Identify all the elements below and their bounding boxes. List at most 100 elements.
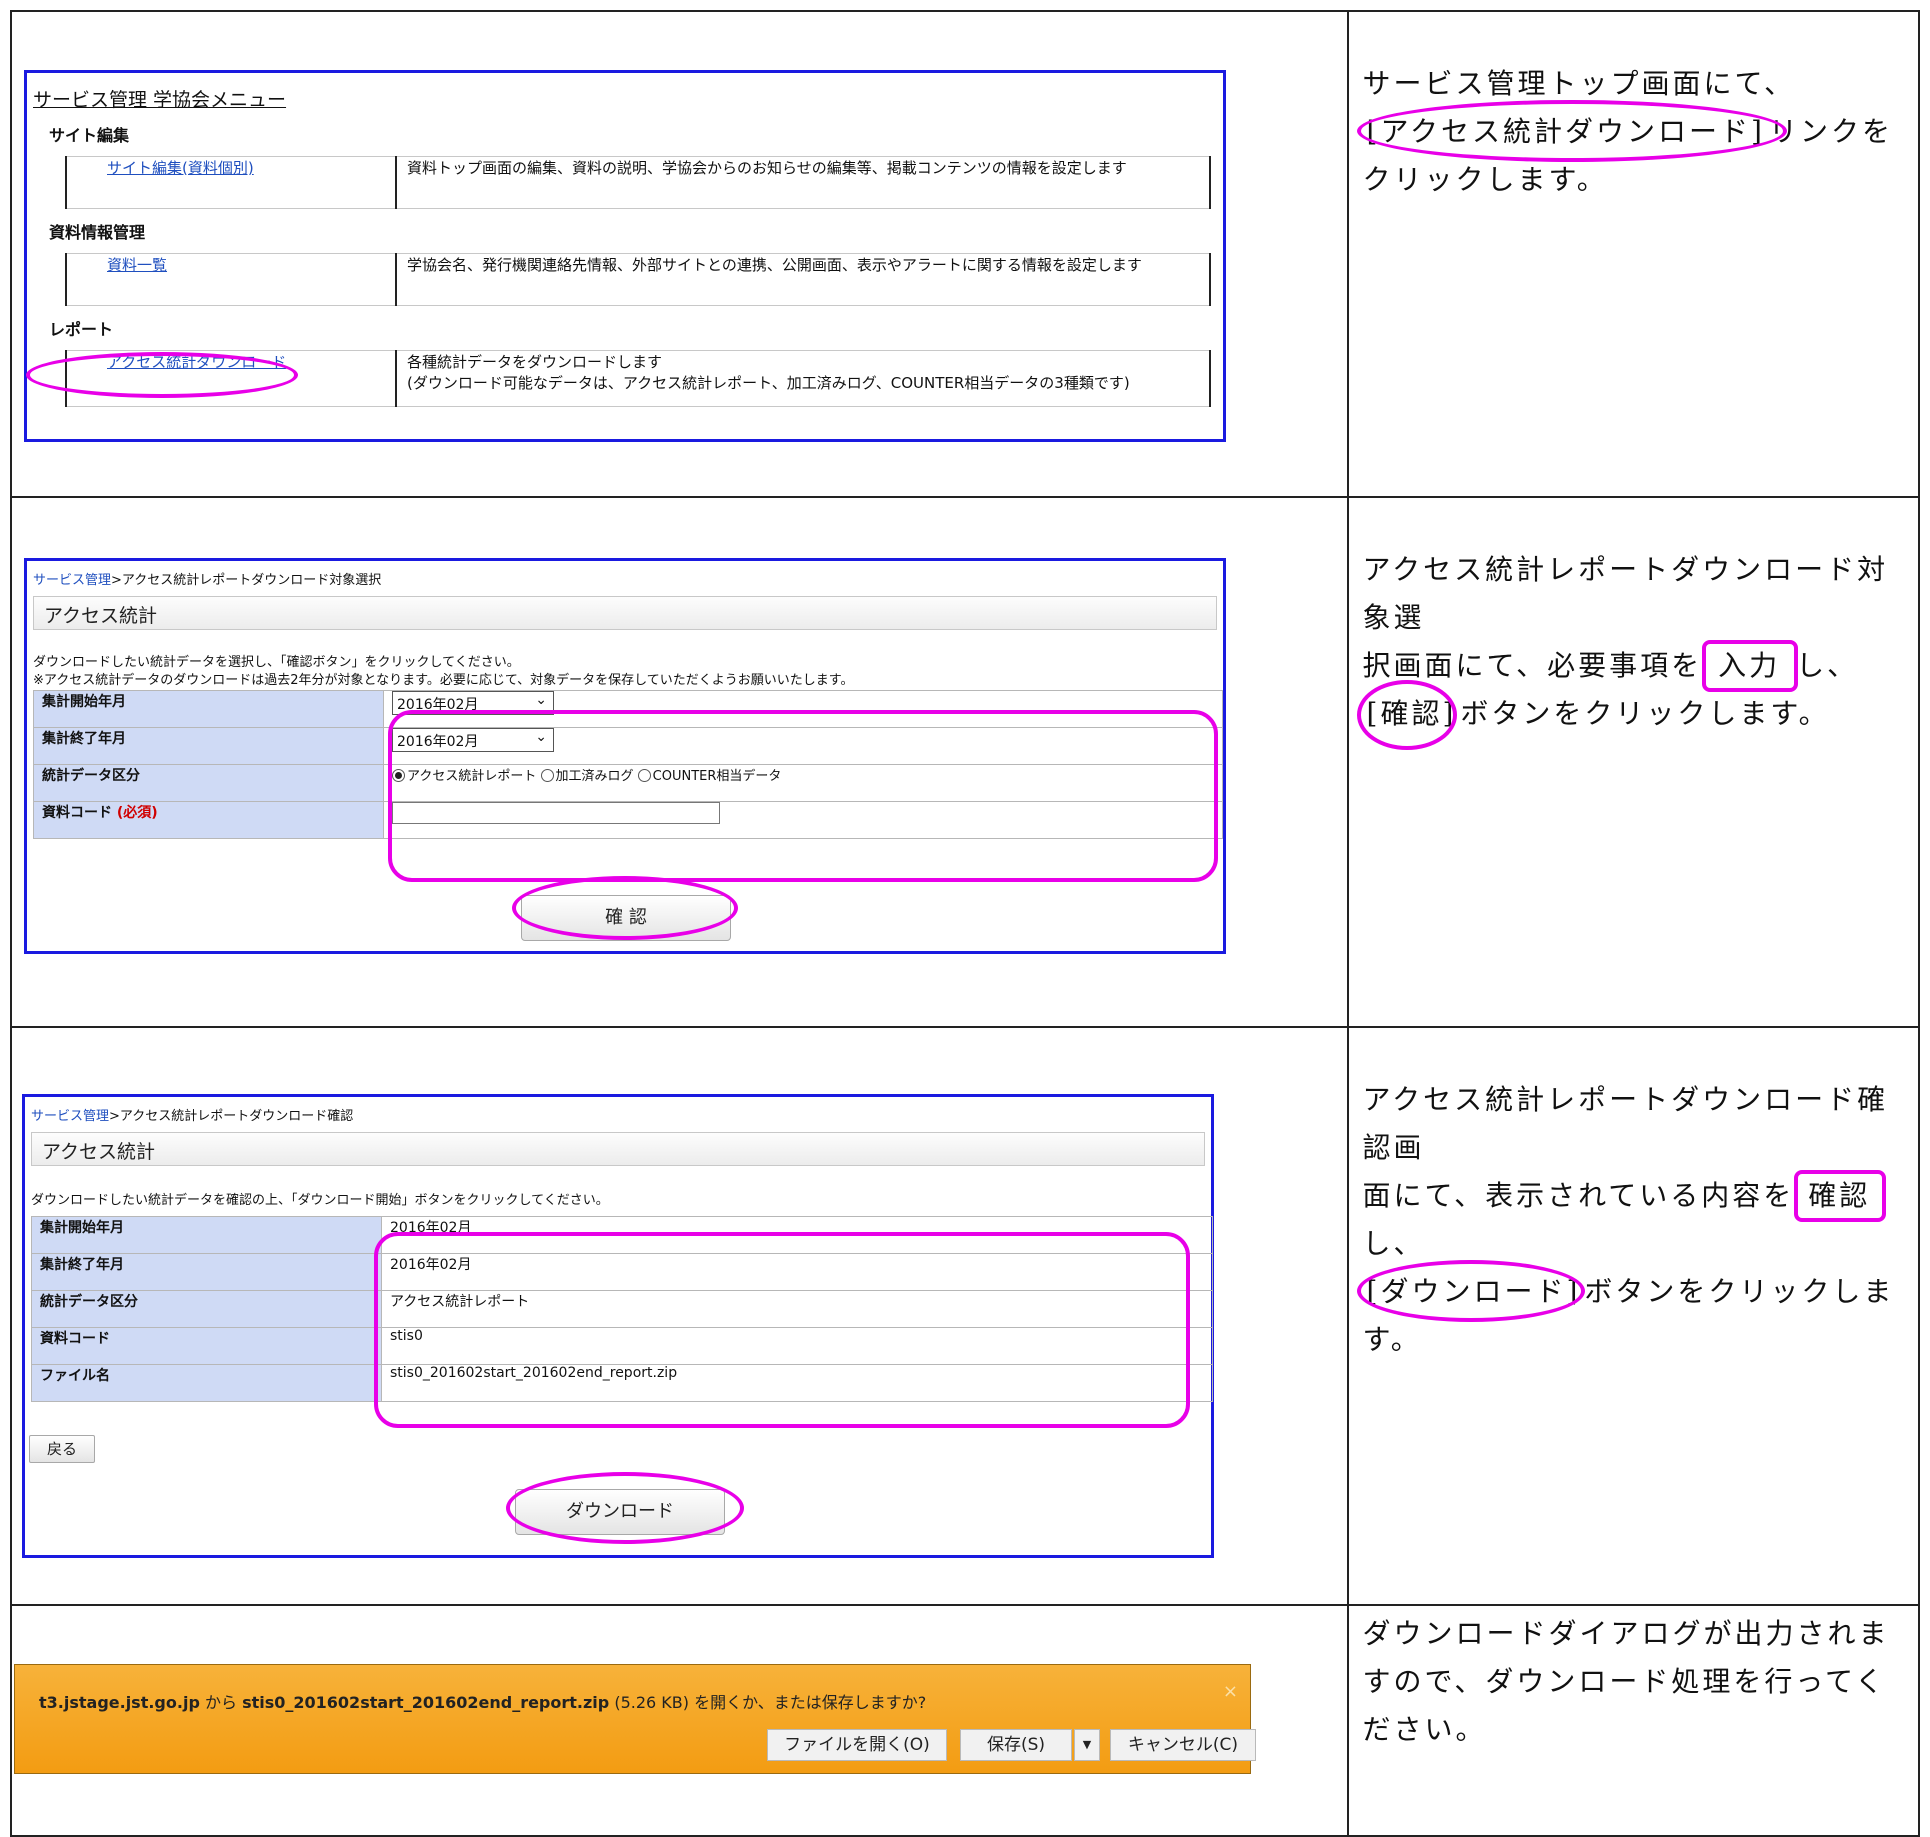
step3-instruction: アクセス統計レポートダウンロード確認画 面にて、表示されている内容を 確認 し、 [… (1356, 1076, 1906, 1364)
highlight-text: [確認] (1366, 697, 1457, 730)
material-code-input[interactable] (392, 802, 720, 824)
radio-label: 加工済みログ (555, 769, 634, 784)
instruction-text: 択画面にて、必要事項を (1362, 649, 1703, 682)
step3-screenshot-cell: サービス管理>アクセス統計レポートダウンロード確認 アクセス統計 ダウンロードし… (10, 1026, 1349, 1606)
section-heading-report: レポート (49, 320, 114, 339)
breadcrumb: サービス管理>アクセス統計レポートダウンロード対象選択 (33, 569, 1217, 588)
start-month-select[interactable]: 2016年02月 ⌄ (392, 691, 554, 715)
start-month-label: 集計開始年月 (33, 690, 384, 728)
step2-instruction: アクセス統計レポートダウンロード対象選 択画面にて、必要事項を 入力 し、 [確認]… (1356, 546, 1906, 750)
target-form: 集計開始年月 2016年02月 ⌄ 集計終了年月 2016年02月 ⌄ 統計データ区… (33, 690, 1223, 839)
highlight-text: [ダウンロード] (1366, 1275, 1581, 1308)
instruction-text: し、 (1362, 1227, 1425, 1260)
instruction-text: ボタンをクリックしま (1584, 1275, 1895, 1308)
table-row: 統計データ区分 アクセス統計レポート (31, 1290, 1213, 1328)
instruction-table: サービス管理 学協会メニュー サイト編集 サイト編集(資料個別) 資料トップ画面… (10, 10, 1921, 1837)
material-code-label: 資料コード (42, 805, 112, 821)
download-host: t3.jstage.jst.go.jp (39, 1693, 200, 1712)
download-filename: stis0_201602start_201602end_report.zip (242, 1693, 610, 1712)
close-icon[interactable]: × (1223, 1681, 1238, 1702)
row-value: 2016年02月 (381, 1216, 1213, 1254)
breadcrumb: サービス管理>アクセス統計レポートダウンロード確認 (31, 1105, 1205, 1124)
confirm-screen: サービス管理>アクセス統計レポートダウンロード確認 アクセス統計 ダウンロードし… (22, 1094, 1214, 1558)
help-text: ダウンロードしたい統計データを確認の上、「ダウンロード開始」ボタンをクリックして… (31, 1193, 609, 1208)
table-row: ファイル名 stis0_201602start_201602end_report.… (31, 1364, 1213, 1402)
confirm-table: 集計開始年月 2016年02月 集計終了年月 2016年02月 統計データ区分 アクセ… (31, 1216, 1213, 1402)
select-value: 2016年02月 (397, 697, 479, 713)
download-button[interactable]: ダウンロード (515, 1489, 725, 1535)
highlight-text: 入力 (1718, 649, 1781, 682)
download-question: を開くか、または保存しますか? (694, 1693, 927, 1712)
step1-screenshot-cell: サービス管理 学協会メニュー サイト編集 サイト編集(資料個別) 資料トップ画面… (10, 10, 1349, 498)
step1-instruction: サービス管理トップ画面にて、 [アクセス統計ダウンロード] リンクをクリックします… (1356, 60, 1906, 204)
section-heading-material: 資料情報管理 (49, 223, 146, 242)
chevron-down-icon: ⌄ (535, 729, 547, 745)
site-edit-table: サイト編集(資料個別) 資料トップ画面の編集、資料の説明、学協会からのお知らせの… (65, 156, 1211, 209)
confirm-button[interactable]: 確 認 (521, 895, 731, 941)
table-row: 集計終了年月 2016年02月 (31, 1253, 1213, 1291)
access-stats-download-link[interactable]: アクセス統計ダウンロード (107, 353, 286, 371)
help-note: ※アクセス統計データのダウンロードは過去2年分が対象となります。必要に応じて、対… (33, 673, 854, 688)
report-desc-note: (ダウンロード可能なデータは、アクセス統計レポート、加工済みログ、COUNTER… (407, 374, 1130, 392)
highlight-text: 確認 (1808, 1179, 1871, 1212)
step2-screenshot-cell: サービス管理>アクセス統計レポートダウンロード対象選択 アクセス統計 ダウンロー… (10, 496, 1349, 1028)
radio-access-report[interactable] (392, 769, 405, 782)
instruction-text: アクセス統計レポートダウンロード対象選 (1362, 553, 1889, 634)
material-list-desc: 学協会名、発行機関連絡先情報、外部サイトとの連携、公開画面、表示やアラートに関す… (395, 253, 1211, 306)
breadcrumb-current: >アクセス統計レポートダウンロード対象選択 (111, 573, 382, 588)
instruction-text: ボタンをクリックします。 (1460, 697, 1830, 730)
table-row: 集計開始年月 2016年02月 (31, 1216, 1213, 1254)
row-label: ファイル名 (31, 1364, 382, 1402)
open-file-button[interactable]: ファイルを開く(O) (767, 1729, 947, 1761)
step4-instruction: ダウンロードダイアログが出力されますので、ダウンロード処理を行ってください。 (1362, 1617, 1890, 1746)
site-edit-desc: 資料トップ画面の編集、資料の説明、学協会からのお知らせの編集等、掲載コンテンツの… (395, 156, 1211, 209)
section-heading-site: サイト編集 (49, 126, 130, 145)
breadcrumb-link[interactable]: サービス管理 (33, 573, 111, 588)
row-value: 2016年02月 (381, 1253, 1213, 1291)
material-list-link[interactable]: 資料一覧 (107, 256, 167, 274)
cancel-button[interactable]: キャンセル(C) (1110, 1729, 1256, 1761)
select-target-screen: サービス管理>アクセス統計レポートダウンロード対象選択 アクセス統計 ダウンロー… (24, 558, 1226, 954)
service-menu-screen: サービス管理 学協会メニュー サイト編集 サイト編集(資料個別) 資料トップ画面… (24, 70, 1226, 442)
required-mark: (必須) (116, 805, 158, 821)
page-title: アクセス統計 (33, 596, 1217, 630)
download-from-text: から (199, 1693, 243, 1712)
row-label: 統計データ区分 (31, 1290, 382, 1328)
site-edit-link[interactable]: サイト編集(資料個別) (107, 159, 254, 177)
breadcrumb-link[interactable]: サービス管理 (31, 1109, 109, 1124)
radio-label: アクセス統計レポート (407, 769, 537, 784)
back-button[interactable]: 戻る (29, 1435, 95, 1463)
step2-instruction-cell: アクセス統計レポートダウンロード対象選 択画面にて、必要事項を 入力 し、 [確認]… (1346, 496, 1921, 1028)
save-button[interactable]: 保存(S) (960, 1729, 1072, 1761)
page-title: アクセス統計 (31, 1132, 1205, 1166)
step1-instruction-cell: サービス管理トップ画面にて、 [アクセス統計ダウンロード] リンクをクリックします… (1346, 10, 1921, 498)
radio-processed-log[interactable] (540, 769, 554, 782)
row-value: アクセス統計レポート (381, 1290, 1213, 1328)
row-label: 集計開始年月 (31, 1216, 382, 1254)
radio-counter-data[interactable] (637, 769, 651, 782)
select-value: 2016年02月 (397, 734, 479, 750)
chevron-down-icon: ⌄ (535, 692, 547, 708)
highlight-text: [アクセス統計ダウンロード] (1366, 115, 1765, 148)
step4-instruction-cell: ダウンロードダイアログが出力されますので、ダウンロード処理を行ってください。 (1346, 1604, 1921, 1837)
end-month-label: 集計終了年月 (33, 727, 384, 765)
breadcrumb-current: >アクセス統計レポートダウンロード確認 (109, 1109, 354, 1124)
row-label: 資料コード (31, 1327, 382, 1365)
report-desc: 各種統計データをダウンロードします (407, 353, 663, 371)
row-label: 集計終了年月 (31, 1253, 382, 1291)
download-size: (5.26 KB) (609, 1693, 695, 1712)
menu-title[interactable]: サービス管理 学協会メニュー (33, 89, 286, 111)
data-type-label: 統計データ区分 (33, 764, 384, 802)
row-value: stis0_201602start_201602end_report.zip (381, 1364, 1213, 1402)
instruction-text: サービス管理トップ画面にて、 (1362, 67, 1796, 100)
report-table: アクセス統計ダウンロード 各種統計データをダウンロードします (ダウンロード可能… (65, 350, 1211, 407)
row-value: stis0 (381, 1327, 1213, 1365)
end-month-select[interactable]: 2016年02月 ⌄ (392, 728, 554, 752)
radio-label: COUNTER相当データ (652, 769, 782, 784)
instruction-text: し、 (1796, 649, 1859, 682)
instruction-text: す。 (1362, 1323, 1422, 1356)
download-notification-bar: t3.jstage.jst.go.jp から stis0_201602start… (14, 1664, 1256, 1774)
table-row: 資料コード stis0 (31, 1327, 1213, 1365)
step3-instruction-cell: アクセス統計レポートダウンロード確認画 面にて、表示されている内容を 確認 し、 [… (1346, 1026, 1921, 1606)
chevron-down-icon[interactable]: ▼ (1074, 1729, 1100, 1761)
